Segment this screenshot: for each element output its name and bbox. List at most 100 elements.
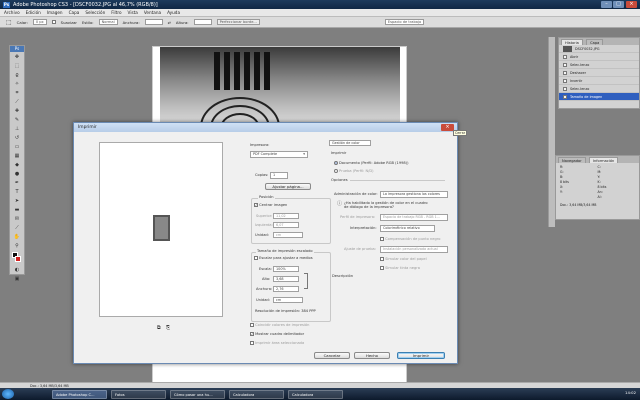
menu-seleccion[interactable]: Selección xyxy=(85,10,105,15)
background-color-swatch[interactable] xyxy=(15,256,21,262)
calar-input[interactable]: 0 px xyxy=(32,19,47,25)
lasso-tool-icon[interactable]: ϱ xyxy=(11,71,23,79)
menu-vista[interactable]: Vista xyxy=(128,10,138,15)
anchura-label: Anchura: xyxy=(256,287,273,291)
info-y: Y: xyxy=(560,190,563,194)
preview-rotate-icon[interactable]: ⎘ xyxy=(166,325,170,331)
taskbar-clock: 14:02 xyxy=(625,390,636,395)
clone-stamp-icon[interactable]: ⊥ xyxy=(11,125,23,133)
escala-input[interactable]: 100% xyxy=(273,266,299,272)
izquierda-input[interactable]: 6,07 xyxy=(273,222,299,228)
healing-brush-icon[interactable]: ✚ xyxy=(11,107,23,115)
crop-tool-icon[interactable]: ⌗ xyxy=(11,89,23,97)
magic-wand-tool-icon[interactable]: ✧ xyxy=(11,80,23,88)
menu-capa[interactable]: Capa xyxy=(69,10,80,15)
hand-tool-icon[interactable]: ✋ xyxy=(11,233,23,241)
history-step-icon xyxy=(563,70,567,75)
hecho-button[interactable]: Hecho xyxy=(354,352,390,359)
preview-options-icon[interactable]: ⧉ xyxy=(157,325,161,331)
admin-color-select[interactable]: La impresora gestiona los colores xyxy=(380,191,448,198)
workspace-button[interactable]: Espacio de trabajo xyxy=(384,19,425,25)
type-tool-icon[interactable]: T xyxy=(11,188,23,196)
unidad2-label: Unidad: xyxy=(256,298,270,302)
shape-tool-icon[interactable]: ▬ xyxy=(11,206,23,214)
estilo-select[interactable]: Normal xyxy=(98,19,118,25)
simular-tinta-checkbox[interactable] xyxy=(380,266,384,270)
taskbar-item-como-pasar[interactable]: Cómo pasar una hu... xyxy=(170,389,225,399)
perfeccionar-borde-button[interactable]: Perfeccionar borde... xyxy=(216,19,260,25)
path-selection-icon[interactable]: ➤ xyxy=(11,197,23,205)
zoom-tool-icon[interactable]: ⚲ xyxy=(11,242,23,250)
eraser-tool-icon[interactable]: ▭ xyxy=(11,143,23,151)
info-c: C: xyxy=(597,165,601,169)
menu-ayuda[interactable]: Ayuda xyxy=(167,10,180,15)
imprimir-button[interactable]: Imprimir xyxy=(397,352,445,359)
alto-label: Alto: xyxy=(262,277,271,281)
anchura-input[interactable]: 2,76 xyxy=(273,286,299,292)
menu-filtro[interactable]: Filtro xyxy=(111,10,121,15)
gradient-tool-icon[interactable]: ▦ xyxy=(11,152,23,160)
info-icon: ⓘ xyxy=(337,201,343,207)
minimize-button[interactable]: – xyxy=(601,1,612,8)
notes-tool-icon[interactable]: ✉ xyxy=(11,215,23,223)
suavizar-checkbox[interactable] xyxy=(51,20,56,24)
escalar-medios-checkbox[interactable] xyxy=(254,256,258,260)
ajuste-prueba-select[interactable]: Instalación personalizada actual xyxy=(380,246,448,253)
start-button[interactable] xyxy=(2,389,14,399)
documento-radio[interactable] xyxy=(334,161,338,165)
link-proportions-icon[interactable] xyxy=(304,273,308,289)
info-an: An: xyxy=(597,190,603,194)
copias-input[interactable]: 1 xyxy=(270,172,288,179)
pen-tool-icon[interactable]: ✒ xyxy=(11,179,23,187)
swap-icon[interactable]: ⇄ xyxy=(168,20,171,25)
impresora-select[interactable]: PDF Complete ▾ xyxy=(250,151,308,158)
taskbar-item-fotos[interactable]: Fotos xyxy=(111,389,166,399)
simular-papel-checkbox[interactable] xyxy=(380,257,384,261)
marquee-tool-icon[interactable]: ⬚ xyxy=(6,19,12,26)
history-brush-icon[interactable]: ↺ xyxy=(11,134,23,142)
ajustar-pagina-button[interactable]: Ajustar página... xyxy=(265,183,311,190)
dodge-tool-icon[interactable]: ● xyxy=(11,170,23,178)
compensacion-checkbox[interactable] xyxy=(380,237,384,241)
brush-tool-icon[interactable]: ✎ xyxy=(11,116,23,124)
izquierda-label: Izquierda: xyxy=(255,223,273,227)
unidad2-select[interactable]: cm xyxy=(273,297,303,303)
menu-archivo[interactable]: Archivo xyxy=(4,10,20,15)
taskbar-item-calculadora[interactable]: Calculadora xyxy=(229,389,284,399)
anchura-input[interactable] xyxy=(144,19,163,25)
superior-input[interactable]: 11,02 xyxy=(273,213,299,219)
close-window-button[interactable]: × xyxy=(626,1,637,8)
imprimir-area-checkbox[interactable] xyxy=(250,341,254,345)
history-item-selected[interactable]: Tamaño de imagen xyxy=(559,93,639,101)
taskbar-item-calculadora-2[interactable]: Calculadora xyxy=(288,389,343,399)
unidad-select[interactable]: cm xyxy=(273,232,303,238)
screen-mode-icon[interactable]: ▣ xyxy=(11,275,23,283)
perfil-impresora-select[interactable]: Espacio de trabajo RGB - RGB 1... xyxy=(380,214,448,221)
maximize-button[interactable]: □ xyxy=(613,1,624,8)
blur-tool-icon[interactable]: ◆ xyxy=(11,161,23,169)
tab-informacion[interactable]: Información xyxy=(588,157,619,163)
prueba-radio[interactable] xyxy=(334,169,338,173)
marquee-tool-icon[interactable]: ⬚ xyxy=(11,62,23,70)
tab-navegador[interactable]: Navegador xyxy=(558,157,586,163)
altura-label: Altura: xyxy=(175,19,189,25)
mostrar-cuadro-checkbox[interactable]: ✓ xyxy=(250,332,254,336)
quick-mask-icon[interactable]: ◐ xyxy=(11,266,23,274)
options-bar: ⬚ Calar: 0 px Suavizar Estilo: Normal An… xyxy=(0,17,640,28)
move-tool-icon[interactable]: ✥ xyxy=(11,53,23,61)
menu-edicion[interactable]: Edición xyxy=(26,10,41,15)
coincidir-colores-checkbox[interactable] xyxy=(250,323,254,327)
toolbox: Ps ✥ ⬚ ϱ ✧ ⌗ ⟋ ✚ ✎ ⊥ ↺ ▭ ▦ ◆ ● ✒ T ➤ ▬ ✉… xyxy=(9,45,25,282)
menu-imagen[interactable]: Imagen xyxy=(47,10,63,15)
info-panel: Navegador Información R: C: G: M: B: Y: … xyxy=(555,155,640,220)
eyedropper-tool-icon[interactable]: ⟋ xyxy=(11,224,23,232)
menu-ventana[interactable]: Ventana xyxy=(144,10,161,15)
taskbar-item-photoshop[interactable]: Adobe Photoshop C... xyxy=(52,389,107,399)
centrar-imagen-checkbox[interactable]: ✓ xyxy=(254,203,258,207)
cancelar-button[interactable]: Cancelar xyxy=(314,352,350,359)
slice-tool-icon[interactable]: ⟋ xyxy=(11,98,23,106)
output-mode-select[interactable]: Gestión de color xyxy=(329,140,371,146)
alto-input[interactable]: 3,68 xyxy=(273,276,299,282)
interpretacion-select[interactable]: Colorimétrico relativo xyxy=(380,225,435,232)
altura-input[interactable] xyxy=(193,19,212,25)
